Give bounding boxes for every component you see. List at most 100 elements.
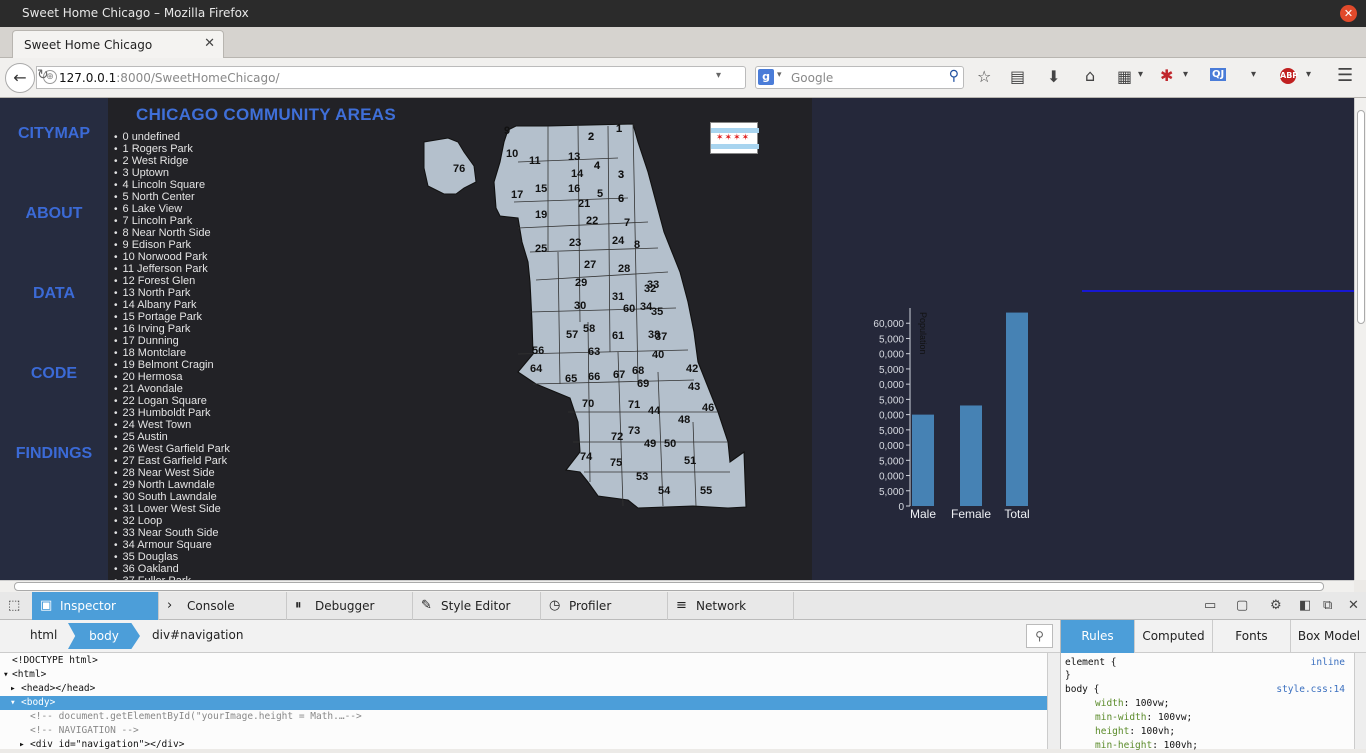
bar-total[interactable] (1006, 312, 1028, 506)
expand-arrow-icon[interactable]: ▸ (10, 682, 16, 696)
area-list-item[interactable]: 29 North Lawndale (114, 479, 230, 491)
adblock-icon[interactable]: ABP (1280, 68, 1298, 84)
area-list-item[interactable]: 31 Lower West Side (114, 503, 230, 515)
expand-arrow-icon[interactable]: ▸ (19, 738, 25, 752)
area-list-item[interactable]: 21 Avondale (114, 383, 230, 395)
bookmark-star-icon[interactable]: ☆ (977, 67, 991, 86)
area-list-item[interactable]: 18 Montclare (114, 347, 230, 359)
nav-citymap[interactable]: CITYMAP (0, 125, 108, 143)
area-list-item[interactable]: 9 Edison Park (114, 239, 230, 251)
markup-line-comment[interactable]: <!-- document.getElementById("yourImage.… (0, 710, 1047, 724)
close-devtools-icon[interactable]: ✕ (1348, 598, 1359, 613)
markup-line-doctype[interactable]: <!DOCTYPE html> (0, 654, 1047, 668)
area-list-item[interactable]: 33 Near South Side (114, 527, 230, 539)
rule-prop[interactable]: min-width: 100vw; (1095, 711, 1192, 725)
tab-fonts[interactable]: Fonts (1213, 620, 1291, 653)
rule-body[interactable]: body {style.css:14 (1065, 683, 1345, 697)
area-list-item[interactable]: 14 Albany Park (114, 299, 230, 311)
addon-bug-icon[interactable]: ✱ (1160, 66, 1173, 85)
area-list-item[interactable]: 3 Uptown (114, 167, 230, 179)
area-list-item[interactable]: 22 Logan Square (114, 395, 230, 407)
bar-male[interactable] (912, 414, 934, 506)
breadcrumb-html[interactable]: html (30, 628, 57, 642)
settings-gear-icon[interactable]: ⚙ (1270, 598, 1282, 613)
rule-prop[interactable]: width: 100vw; (1095, 697, 1169, 711)
area-list-item[interactable]: 16 Irving Park (114, 323, 230, 335)
rules-scrollbar[interactable] (1354, 653, 1366, 749)
close-window-icon[interactable]: ✕ (1340, 5, 1357, 22)
tab-computed[interactable]: Computed (1135, 620, 1213, 653)
area-list-item[interactable]: 30 South Lawndale (114, 491, 230, 503)
area-list-item[interactable]: 17 Dunning (114, 335, 230, 347)
area-list-item[interactable]: 36 Oakland (114, 563, 230, 575)
tab-profiler[interactable]: ◷ Profiler (541, 592, 668, 620)
area-list-item[interactable]: 12 Forest Glen (114, 275, 230, 287)
breadcrumb-navigation[interactable]: div#navigation (152, 628, 243, 642)
markup-line-html[interactable]: ▾ <html> (0, 668, 1047, 682)
area-list-item[interactable]: 7 Lincoln Park (114, 215, 230, 227)
area-list-item[interactable]: 1 Rogers Park (114, 143, 230, 155)
area-list-item[interactable]: 32 Loop (114, 515, 230, 527)
rule-source-link[interactable]: style.css:14 (1276, 683, 1345, 697)
close-tab-icon[interactable]: ✕ (204, 36, 215, 51)
area-list-item[interactable]: 28 Near West Side (114, 467, 230, 479)
markup-line-navigation[interactable]: ▸ <div id="navigation"></div> (0, 738, 1047, 752)
rule-element[interactable]: element {inline (1065, 656, 1345, 670)
area-list-item[interactable]: 6 Lake View (114, 203, 230, 215)
tab-debugger[interactable]: ⏸ Debugger (287, 592, 413, 620)
area-list-item[interactable]: 5 North Center (114, 191, 230, 203)
tab-network[interactable]: ≡ Network (668, 592, 794, 620)
area-list-item[interactable]: 34 Armour Square (114, 539, 230, 551)
tab-console[interactable]: › Console (159, 592, 287, 620)
markup-search-icon[interactable]: ⚲ (1026, 624, 1053, 648)
bookmarks-menu-icon[interactable]: ▤ (1010, 67, 1025, 86)
area-list-item[interactable]: 4 Lincoln Square (114, 179, 230, 191)
markup-line-body[interactable]: ▾ <body> (0, 696, 1047, 710)
markup-scrollbar[interactable] (1047, 653, 1060, 749)
tab-rules[interactable]: Rules (1061, 620, 1135, 653)
quickjava-dropdown-icon[interactable]: ▾ (1251, 69, 1256, 80)
pick-element-icon[interactable]: ⬚ (8, 598, 20, 613)
split-console-icon[interactable]: ▭ (1204, 598, 1216, 613)
nav-about[interactable]: ABOUT (0, 205, 108, 223)
area-list-item[interactable]: 10 Norwood Park (114, 251, 230, 263)
search-bar[interactable]: g ▾ Google ⚲ (755, 66, 964, 89)
collapse-arrow-icon[interactable]: ▾ (10, 696, 16, 710)
area-list-item[interactable]: 25 Austin (114, 431, 230, 443)
tab-box-model[interactable]: Box Model (1291, 620, 1366, 653)
area-list-item[interactable]: 20 Hermosa (114, 371, 230, 383)
rule-source-link[interactable]: inline (1311, 656, 1345, 670)
tab-style-editor[interactable]: ✎ Style Editor (413, 592, 541, 620)
browser-tab[interactable]: Sweet Home Chicago ✕ (12, 30, 224, 58)
area-list-item[interactable]: 15 Portage Park (114, 311, 230, 323)
nav-data[interactable]: DATA (0, 285, 108, 303)
adblock-dropdown-icon[interactable]: ▾ (1306, 69, 1311, 80)
reload-icon[interactable]: ↻ (37, 68, 740, 82)
undock-window-icon[interactable]: ⧉ (1323, 598, 1332, 613)
rule-prop[interactable]: height: 100vh; (1095, 725, 1175, 739)
back-button[interactable]: ← (5, 63, 35, 93)
downloads-icon[interactable]: ⬇ (1047, 67, 1060, 86)
area-list-item[interactable]: 27 East Garfield Park (114, 455, 230, 467)
hamburger-menu-icon[interactable]: ☰ (1337, 65, 1353, 86)
responsive-mode-icon[interactable]: ▢ (1236, 598, 1248, 613)
url-bar[interactable]: ⊕ 127.0.0.1:8000/SweetHomeChicago/ ▾ ↻ (36, 66, 746, 89)
area-list-item[interactable]: 0 undefined (114, 131, 230, 143)
search-icon[interactable]: ⚲ (949, 68, 959, 84)
home-icon[interactable]: ⌂ (1085, 66, 1095, 85)
breadcrumb-body[interactable]: body (68, 623, 140, 649)
area-list-item[interactable]: 26 West Garfield Park (114, 443, 230, 455)
dock-side-icon[interactable]: ◧ (1299, 598, 1311, 613)
nav-code[interactable]: CODE (0, 365, 108, 383)
addon-dropdown-icon[interactable]: ▾ (1183, 69, 1188, 80)
area-list-item[interactable]: 11 Jefferson Park (114, 263, 230, 275)
area-list-item[interactable]: 2 West Ridge (114, 155, 230, 167)
quickjava-icon[interactable]: QJ (1210, 68, 1227, 81)
bar-female[interactable] (960, 405, 982, 506)
engine-dropdown-icon[interactable]: ▾ (777, 70, 782, 80)
tiles-dropdown-icon[interactable]: ▾ (1138, 69, 1143, 80)
area-list-item[interactable]: 24 West Town (114, 419, 230, 431)
tiles-icon[interactable]: ▦ (1117, 67, 1132, 86)
collapse-arrow-icon[interactable]: ▾ (3, 668, 9, 682)
area-list-item[interactable]: 13 North Park (114, 287, 230, 299)
